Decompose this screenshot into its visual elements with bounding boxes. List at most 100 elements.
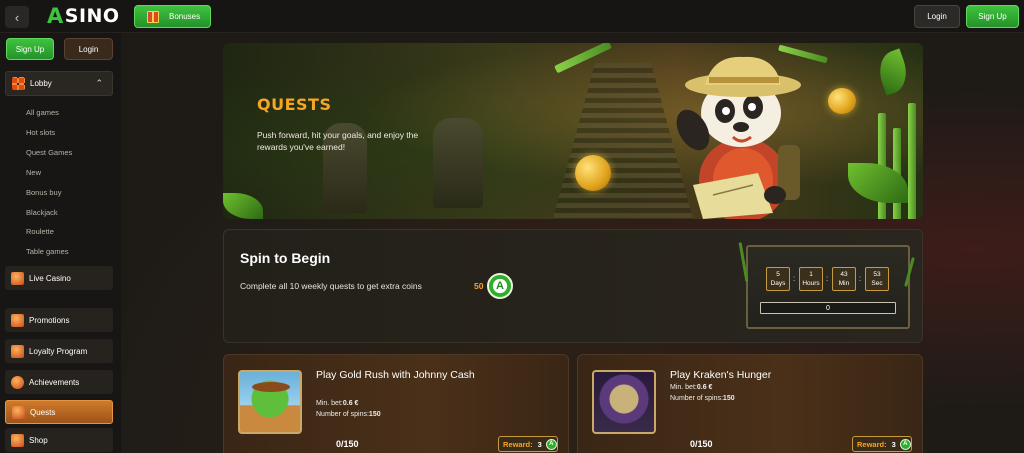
logo-text: SINO bbox=[64, 5, 120, 27]
min-bet-value: 0.6 € bbox=[696, 384, 713, 391]
sidebar-item-achievements[interactable]: Achievements bbox=[5, 370, 113, 394]
panda-explorer-illustration bbox=[676, 56, 801, 219]
quests-hero-banner: QUESTS Push forward, hit your goals, and… bbox=[223, 43, 923, 219]
vine-decoration bbox=[904, 257, 915, 287]
sidebar: Sign Up Login Lobby ⌃ All games Hot slot… bbox=[0, 33, 121, 453]
game-thumbnail-gold-rush[interactable] bbox=[238, 370, 302, 434]
coin-badge-icon: A bbox=[899, 438, 911, 450]
quest-card-gold-rush[interactable]: Play Gold Rush with Johnny Cash Min. bet… bbox=[223, 354, 569, 453]
game-thumbnail-krakens-hunger[interactable] bbox=[592, 370, 656, 434]
panel-description: Complete all 10 weekly quests to get ext… bbox=[240, 281, 422, 291]
min-bet-label: Min. bet: bbox=[670, 384, 697, 391]
timer-hours: 1 Hours bbox=[799, 267, 823, 291]
medal-icon bbox=[11, 344, 24, 358]
sidebar-item-quests[interactable]: Quests bbox=[5, 400, 113, 424]
spins-label: Number of spins: bbox=[316, 411, 369, 418]
sidebar-item-label: Quests bbox=[30, 407, 56, 417]
coin-badge-icon: A bbox=[545, 438, 557, 450]
logo-mark: A bbox=[47, 4, 64, 28]
quest-reward: Reward: 3 A bbox=[498, 436, 558, 452]
spins-value: 150 bbox=[722, 395, 735, 402]
timer-hours-unit: Hours bbox=[802, 280, 820, 287]
submenu-hot-slots[interactable]: Hot slots bbox=[26, 128, 55, 137]
quest-progress-bar: 0 bbox=[760, 302, 896, 314]
timer-separator: : bbox=[826, 274, 829, 283]
bonuses-button[interactable]: Bonuses bbox=[134, 5, 211, 28]
quest-progress: 0/150 bbox=[336, 439, 359, 449]
weekly-quests-panel: Spin to Begin Complete all 10 weekly que… bbox=[223, 229, 923, 343]
submenu-bonus-buy[interactable]: Bonus buy bbox=[26, 188, 61, 197]
sidebar-item-loyalty-program[interactable]: Loyalty Program bbox=[5, 339, 113, 363]
submenu-table-games[interactable]: Table games bbox=[26, 247, 69, 256]
extra-coins-amount: 50 bbox=[474, 281, 484, 291]
sidebar-login-button[interactable]: Login bbox=[64, 38, 113, 60]
bonuses-label: Bonuses bbox=[169, 12, 201, 21]
hero-title: QUESTS bbox=[257, 95, 332, 114]
timer-minutes: 43 Min bbox=[832, 267, 856, 291]
sidebar-item-label: Loyalty Program bbox=[29, 346, 88, 356]
grid-icon bbox=[12, 77, 25, 90]
sidebar-item-lobby[interactable]: Lobby ⌃ bbox=[5, 71, 113, 96]
leaf-decoration bbox=[873, 48, 913, 96]
reward-label: Reward: bbox=[503, 439, 533, 449]
countdown-timer: 5 Days : 1 Hours : 43 Min : 53 Sec 0 bbox=[738, 242, 915, 329]
spins-label: Number of spins: bbox=[670, 395, 723, 402]
sidebar-item-label: Shop bbox=[29, 435, 48, 445]
timer-separator: : bbox=[859, 274, 862, 283]
coin-decoration bbox=[828, 88, 856, 114]
logo[interactable]: A SINO bbox=[47, 4, 120, 28]
quest-title: Play Gold Rush with Johnny Cash bbox=[316, 369, 475, 381]
login-button[interactable]: Login bbox=[914, 5, 960, 28]
timer-minutes-unit: Min bbox=[838, 280, 850, 287]
quest-card-krakens-hunger[interactable]: Play Kraken's Hunger Min. bet:0.6 € Numb… bbox=[577, 354, 923, 453]
sidebar-item-live-casino[interactable]: Live Casino bbox=[5, 266, 113, 290]
submenu-blackjack[interactable]: Blackjack bbox=[26, 208, 58, 217]
min-bet-label: Min. bet: bbox=[316, 400, 343, 407]
timer-hours-value: 1 bbox=[809, 270, 813, 278]
reward-value: 3 bbox=[891, 439, 896, 449]
back-button[interactable]: ‹ bbox=[5, 6, 29, 28]
quest-title: Play Kraken's Hunger bbox=[670, 369, 772, 381]
timer-days-value: 5 bbox=[776, 270, 780, 278]
sidebar-item-label: Promotions bbox=[29, 315, 70, 325]
quest-progress: 0/150 bbox=[690, 439, 713, 449]
dealer-icon bbox=[11, 271, 24, 285]
submenu-quest-games[interactable]: Quest Games bbox=[26, 148, 72, 157]
timer-days-unit: Days bbox=[770, 280, 786, 287]
min-bet-value: 0.6 € bbox=[342, 400, 359, 407]
timer-minutes-value: 43 bbox=[840, 270, 848, 278]
submenu-all-games[interactable]: All games bbox=[26, 108, 59, 117]
statue-decoration bbox=[433, 118, 483, 208]
cowboy-hat-icon bbox=[252, 382, 290, 392]
signup-button[interactable]: Sign Up bbox=[966, 5, 1019, 28]
coin-decoration bbox=[575, 155, 611, 191]
target-icon bbox=[11, 375, 24, 389]
megaphone-icon bbox=[11, 313, 24, 327]
timer-seconds-value: 53 bbox=[873, 270, 881, 278]
submenu-new[interactable]: New bbox=[26, 168, 41, 177]
spins-value: 150 bbox=[368, 411, 381, 418]
sidebar-item-label: Lobby bbox=[30, 79, 52, 88]
quest-spins: Number of spins:150 bbox=[670, 395, 735, 402]
reward-value: 3 bbox=[537, 439, 542, 449]
sidebar-signup-button[interactable]: Sign Up bbox=[6, 38, 54, 60]
sidebar-item-label: Live Casino bbox=[29, 273, 71, 283]
timer-separator: : bbox=[793, 274, 796, 283]
quest-min-bet: Min. bet:0.6 € bbox=[316, 400, 358, 407]
chevron-up-icon[interactable]: ⌃ bbox=[95, 78, 103, 89]
sidebar-item-label: Achievements bbox=[29, 377, 80, 387]
quest-icon bbox=[12, 405, 25, 419]
gift-icon bbox=[147, 10, 159, 23]
sidebar-item-promotions[interactable]: Promotions bbox=[5, 308, 113, 332]
hero-description: Push forward, hit your goals, and enjoy … bbox=[257, 130, 419, 153]
submenu-roulette[interactable]: Roulette bbox=[26, 227, 54, 236]
quest-spins: Number of spins:150 bbox=[316, 411, 381, 418]
panel-title: Spin to Begin bbox=[240, 250, 331, 266]
top-bar: ‹ A SINO Bonuses Login Sign Up bbox=[0, 0, 1024, 33]
timer-days: 5 Days bbox=[766, 267, 790, 291]
shop-icon bbox=[11, 433, 24, 447]
quest-min-bet: Min. bet:0.6 € bbox=[670, 384, 712, 391]
sidebar-item-shop[interactable]: Shop bbox=[5, 428, 113, 452]
timer-seconds: 53 Sec bbox=[865, 267, 889, 291]
quest-reward: Reward: 3 A bbox=[852, 436, 912, 452]
